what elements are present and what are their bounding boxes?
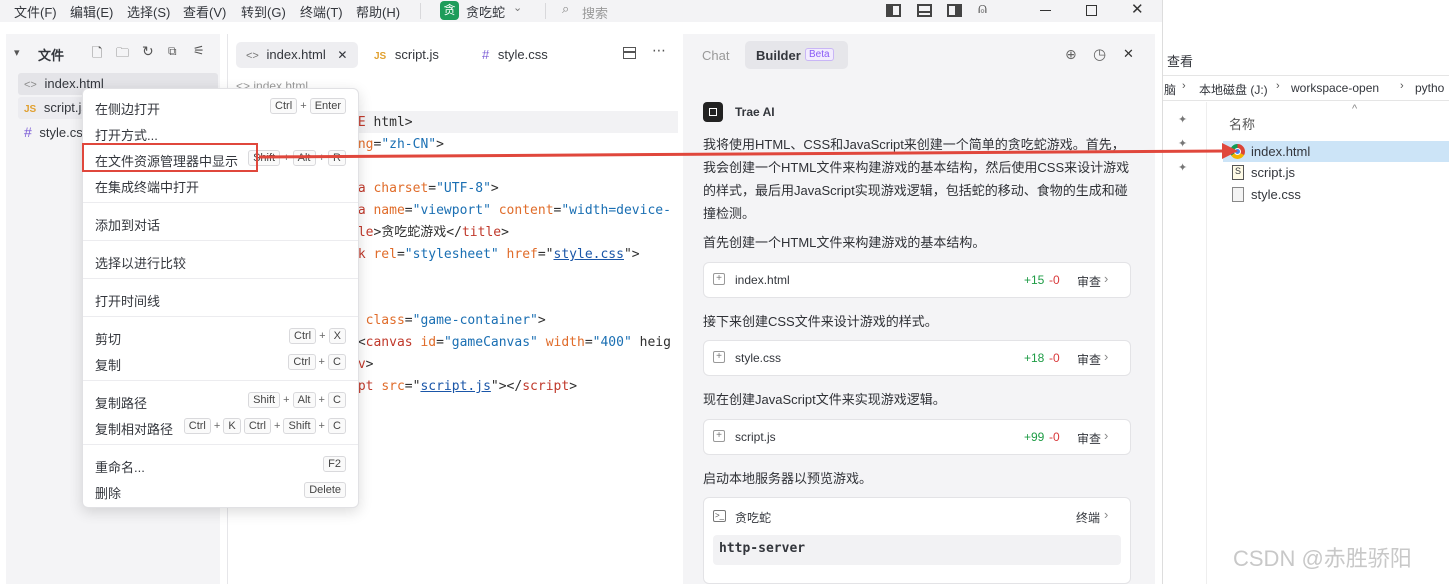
annotation-arrow [258, 143, 1238, 159]
arrow-line [258, 149, 1227, 159]
arrow-head [1222, 143, 1238, 159]
